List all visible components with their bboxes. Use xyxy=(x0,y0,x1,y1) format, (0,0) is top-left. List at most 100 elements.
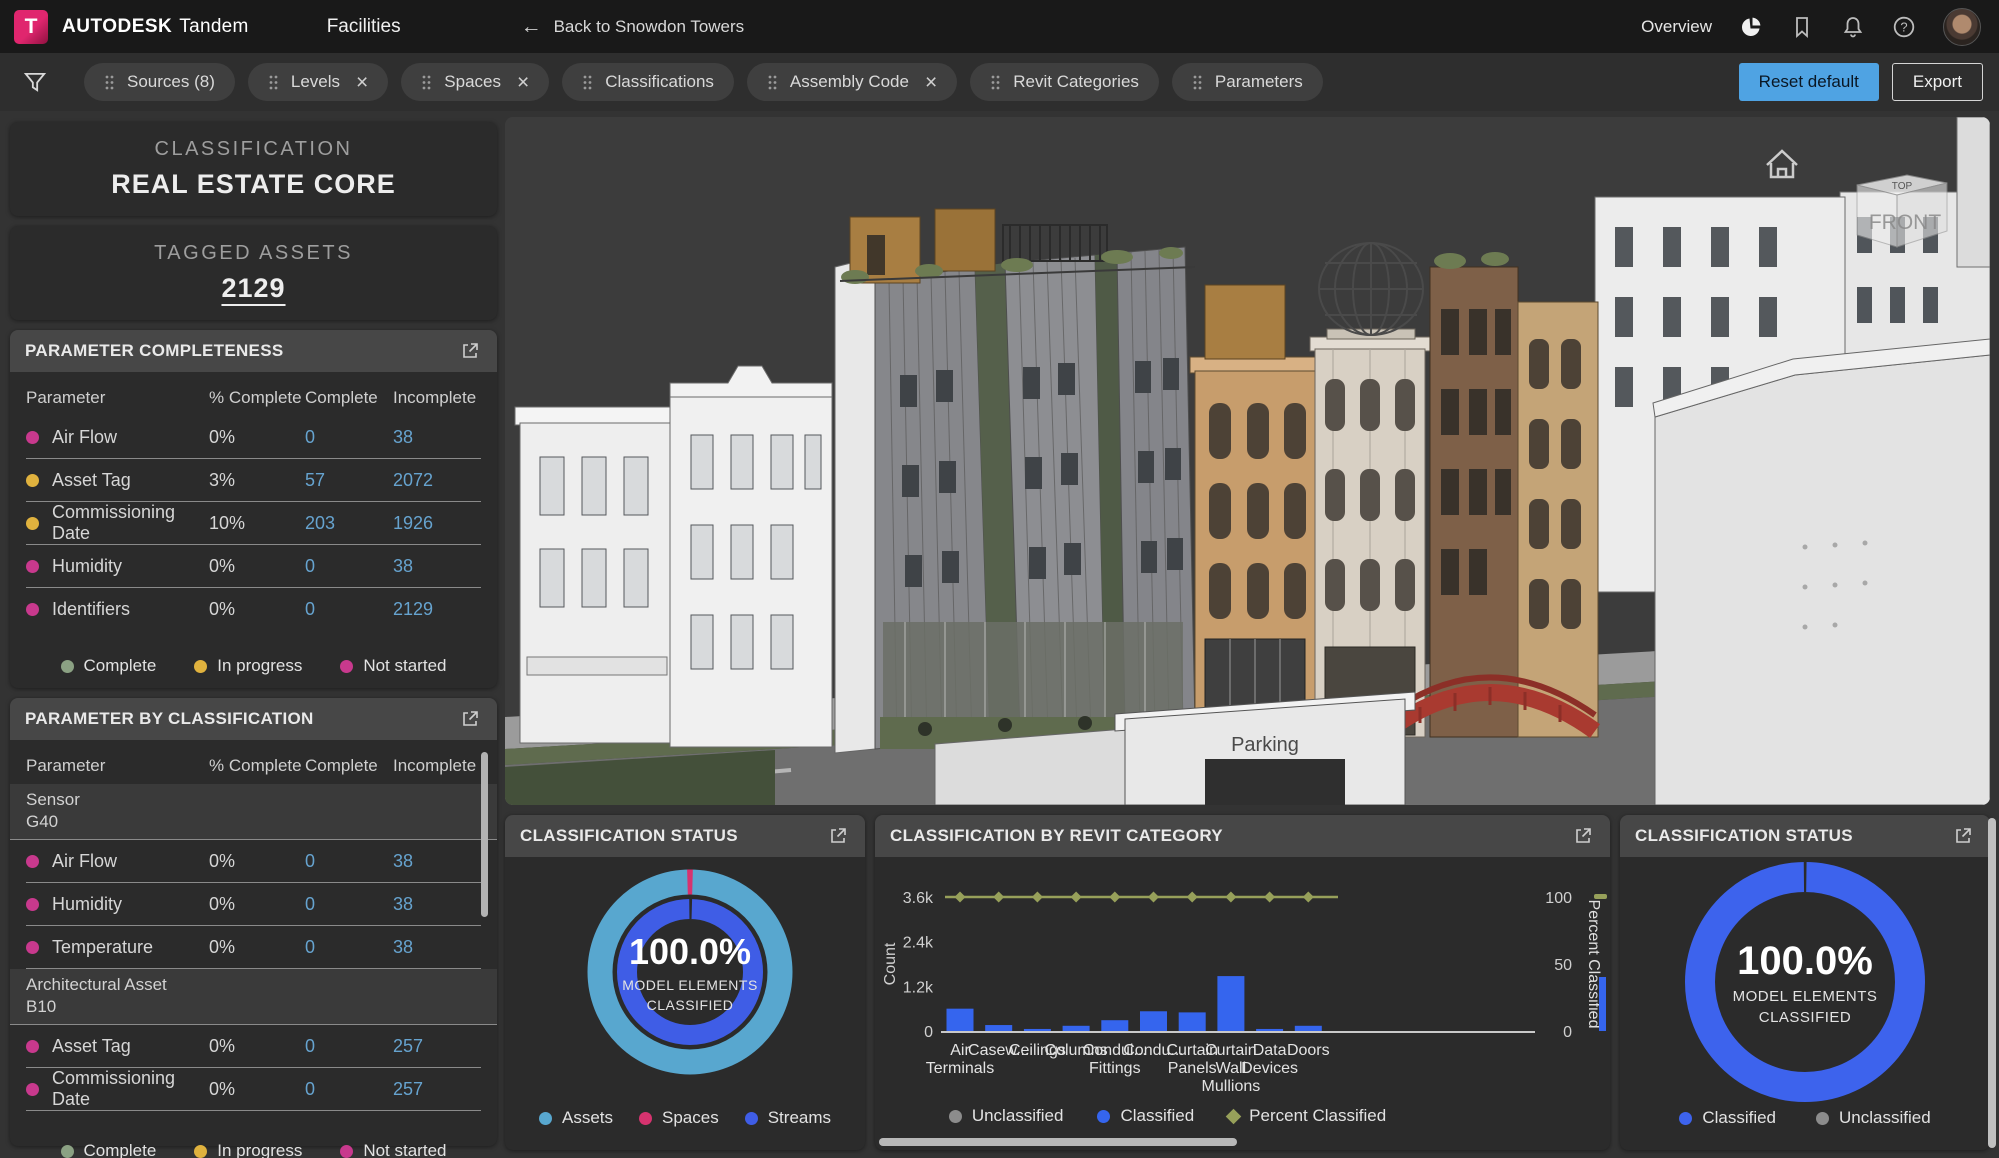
notifications-bell-icon[interactable] xyxy=(1841,15,1865,39)
table-row[interactable]: Air Flow 0% 0 38 xyxy=(26,840,481,883)
percent-line-marker[interactable] xyxy=(1187,892,1198,903)
open-in-new-window-button[interactable] xyxy=(1571,824,1595,848)
x-axis-tick-label: Panels xyxy=(1168,1060,1217,1077)
filter-pill-spaces[interactable]: Spaces × xyxy=(401,63,549,101)
filter-pill-assembly-code[interactable]: Assembly Code × xyxy=(747,63,957,101)
y2-axis-tick: 100 xyxy=(1545,890,1572,907)
incomplete-count-link[interactable]: 257 xyxy=(393,1079,481,1100)
export-button[interactable]: Export xyxy=(1892,63,1983,101)
complete-count-link[interactable]: 57 xyxy=(305,470,393,491)
incomplete-count-link[interactable]: 38 xyxy=(393,556,481,577)
open-in-new-window-button[interactable] xyxy=(458,707,482,731)
percent-line-marker[interactable] xyxy=(1148,892,1159,903)
incomplete-count-link[interactable]: 38 xyxy=(393,894,481,915)
complete-count-link[interactable]: 0 xyxy=(305,427,393,448)
drag-handle-icon[interactable] xyxy=(990,74,1001,91)
complete-count-link[interactable]: 0 xyxy=(305,1079,393,1100)
classification-status-widget-right: CLASSIFICATION STATUS 100.0% MODEL ELEME… xyxy=(1620,815,1990,1150)
open-in-new-window-button[interactable] xyxy=(1951,824,1975,848)
bar-classified[interactable] xyxy=(1140,1011,1167,1031)
filter-pill-sources[interactable]: Sources (8) xyxy=(84,63,235,101)
incomplete-count-link[interactable]: 257 xyxy=(393,1036,481,1057)
table-row[interactable]: Identifiers 0% 0 2129 xyxy=(26,588,481,630)
help-icon[interactable]: ? xyxy=(1892,15,1916,39)
open-in-new-window-button[interactable] xyxy=(826,824,850,848)
dashboard-pie-icon[interactable] xyxy=(1739,15,1763,39)
bar-classified[interactable] xyxy=(947,1009,974,1031)
remove-filter-icon[interactable]: × xyxy=(925,72,937,93)
table-row[interactable]: Humidity 0% 0 38 xyxy=(26,883,481,926)
table-row[interactable]: Commissioning Date 0% 0 257 xyxy=(26,1068,481,1111)
overview-link[interactable]: Overview xyxy=(1641,17,1712,37)
bar-classified[interactable] xyxy=(1063,1026,1090,1031)
percent-line-marker[interactable] xyxy=(955,892,966,903)
incomplete-count-link[interactable]: 38 xyxy=(393,427,481,448)
complete-count-link[interactable]: 0 xyxy=(305,894,393,915)
filter-pill-classifications[interactable]: Classifications xyxy=(562,63,734,101)
drag-handle-icon[interactable] xyxy=(1192,74,1203,91)
page-scrollbar[interactable] xyxy=(1988,818,1996,1148)
percent-line-marker[interactable] xyxy=(1264,892,1275,903)
complete-count-link[interactable]: 0 xyxy=(305,851,393,872)
percent-line-marker[interactable] xyxy=(1225,892,1236,903)
complete-count-link[interactable]: 0 xyxy=(305,599,393,620)
drag-handle-icon[interactable] xyxy=(767,74,778,91)
donut-center-value: 100.0% xyxy=(629,931,751,973)
incomplete-count-link[interactable]: 2072 xyxy=(393,470,481,491)
incomplete-count-link[interactable]: 1926 xyxy=(393,513,481,534)
open-in-new-window-button[interactable] xyxy=(458,339,482,363)
complete-count-link[interactable]: 0 xyxy=(305,1036,393,1057)
tagged-assets-card: TAGGED ASSETS 2129 xyxy=(10,226,497,320)
remove-filter-icon[interactable]: × xyxy=(517,72,529,93)
table-row[interactable]: Commissioning Date 10% 203 1926 xyxy=(26,502,481,545)
bar-classified[interactable] xyxy=(1024,1029,1051,1031)
complete-count-link[interactable]: 0 xyxy=(305,937,393,958)
tagged-assets-count-link[interactable]: 2129 xyxy=(221,273,285,304)
drag-handle-icon[interactable] xyxy=(421,74,432,91)
y2-axis-tick: 50 xyxy=(1554,957,1572,974)
drag-handle-icon[interactable] xyxy=(268,74,279,91)
filter-pill-levels[interactable]: Levels × xyxy=(248,63,388,101)
tandem-logo-icon[interactable]: T xyxy=(14,10,48,44)
bar-classified[interactable] xyxy=(1217,976,1244,1031)
percent-line-marker[interactable] xyxy=(1109,892,1120,903)
table-scrollbar[interactable] xyxy=(481,752,488,917)
percent-line-marker[interactable] xyxy=(993,892,1004,903)
bar-classified[interactable] xyxy=(1179,1012,1206,1031)
complete-count-link[interactable]: 203 xyxy=(305,513,393,534)
table-row[interactable]: Air Flow 0% 0 38 xyxy=(26,416,481,459)
bookmark-icon[interactable] xyxy=(1790,15,1814,39)
back-to-facility-link[interactable]: ← Back to Snowdon Towers xyxy=(521,16,745,37)
3d-model-viewport[interactable]: Parking TOP FRONT xyxy=(505,117,1990,805)
chart-horizontal-scrollbar[interactable] xyxy=(879,1138,1237,1146)
filter-pill-revit-categories[interactable]: Revit Categories xyxy=(970,63,1159,101)
incomplete-count-link[interactable]: 2129 xyxy=(393,599,481,620)
filter-funnel-icon[interactable] xyxy=(22,69,48,95)
drag-handle-icon[interactable] xyxy=(582,74,593,91)
table-row[interactable]: Humidity 0% 0 38 xyxy=(26,545,481,588)
bar-classified[interactable] xyxy=(1256,1029,1283,1031)
legend-label: Streams xyxy=(768,1108,831,1128)
incomplete-count-link[interactable]: 38 xyxy=(393,937,481,958)
incomplete-count-link[interactable]: 38 xyxy=(393,851,481,872)
reset-default-button[interactable]: Reset default xyxy=(1739,63,1879,101)
bar-classified[interactable] xyxy=(1101,1020,1128,1031)
legend-dot xyxy=(949,1110,962,1123)
bar-chart[interactable]: 01.2k2.4k3.6kCountPercent Classified0501… xyxy=(875,857,1610,1107)
table-row[interactable]: Asset Tag 0% 0 257 xyxy=(26,1025,481,1068)
remove-filter-icon[interactable]: × xyxy=(356,72,368,93)
bar-classified[interactable] xyxy=(985,1025,1012,1031)
widget-header: PARAMETER BY CLASSIFICATION xyxy=(10,698,497,740)
user-avatar[interactable] xyxy=(1943,8,1981,46)
percent-line-marker[interactable] xyxy=(1071,892,1082,903)
filter-pill-parameters[interactable]: Parameters xyxy=(1172,63,1323,101)
drag-handle-icon[interactable] xyxy=(104,74,115,91)
table-row[interactable]: Asset Tag 3% 57 2072 xyxy=(26,459,481,502)
nav-facilities[interactable]: Facilities xyxy=(327,16,401,38)
top-bar: T AUTODESKTandem Facilities ← Back to Sn… xyxy=(0,0,1999,53)
percent-line-marker[interactable] xyxy=(1032,892,1043,903)
table-row[interactable]: Temperature 0% 0 38 xyxy=(26,926,481,969)
complete-count-link[interactable]: 0 xyxy=(305,556,393,577)
percent-line-marker[interactable] xyxy=(1303,892,1314,903)
bar-classified[interactable] xyxy=(1295,1026,1322,1031)
